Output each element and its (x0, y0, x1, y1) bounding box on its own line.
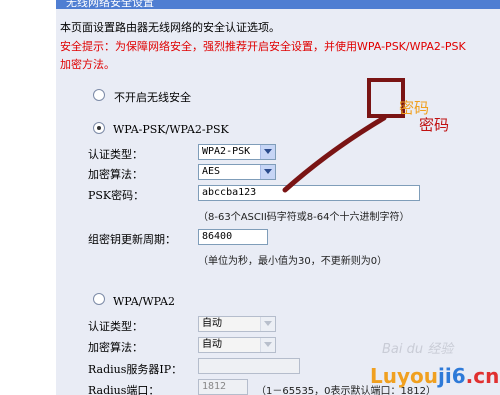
baidu-watermark: Bai du 经验 (382, 342, 454, 357)
watermark-part-3: .cn (465, 364, 500, 388)
watermark-part-2: ji6 (438, 364, 466, 388)
annotation-label-password-b: 密码 (419, 116, 450, 134)
watermark-part-1: Luyou (370, 364, 438, 388)
annotation-arrow (282, 115, 387, 193)
site-watermark: Luyouji6.cn (370, 364, 499, 388)
